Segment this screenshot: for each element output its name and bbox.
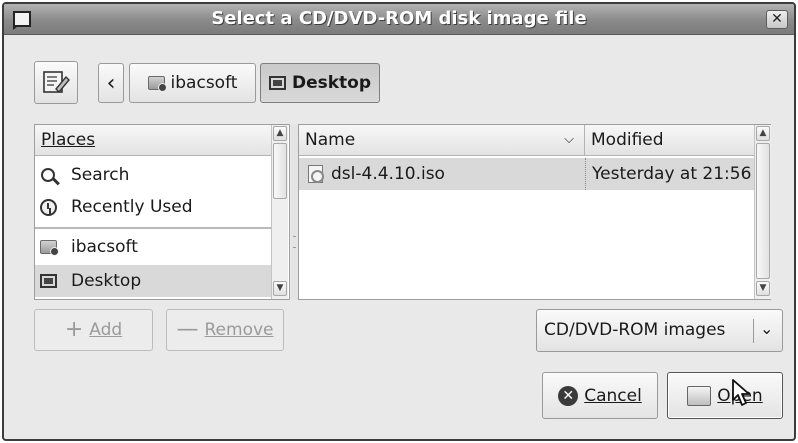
sidebar-item-label: Desktop [71, 271, 142, 291]
places-header-label: Places [41, 130, 96, 150]
path-crumb-label: Desktop [291, 73, 372, 93]
scroll-thumb[interactable] [756, 143, 770, 279]
iso-file-icon [307, 165, 324, 183]
open-icon [687, 385, 712, 406]
path-crumb-label: ibacsoft [170, 73, 238, 93]
sort-chevron-icon: ⌵ [564, 132, 574, 147]
remove-bookmark-button[interactable]: — Remove [166, 309, 284, 351]
minus-icon: — [176, 317, 199, 342]
file-name: dsl-4.4.10.iso [331, 164, 445, 184]
sidebar-item-label: Recently Used [71, 197, 193, 217]
places-scrollbar[interactable]: ▲ ▼ [271, 125, 288, 299]
filter-separator [753, 319, 754, 343]
file-modified: Yesterday at 21:56 [585, 158, 751, 190]
desktop-icon [39, 274, 57, 288]
network-folder-icon [39, 240, 59, 256]
file-row[interactable]: dsl-4.4.10.iso Yesterday at 21:56 [299, 158, 754, 190]
sidebar-item-search[interactable]: Search [35, 159, 271, 191]
open-button[interactable]: Open [667, 372, 783, 419]
chevron-left-icon: ‹ [106, 70, 116, 96]
chevron-down-icon: ⌄ [760, 319, 774, 338]
add-button-label: Add [89, 320, 123, 340]
grip-icon [293, 236, 296, 248]
recently-used-icon [39, 198, 57, 216]
column-header-label: Modified [591, 130, 664, 150]
sidebar-item-label: Search [71, 165, 130, 185]
desktop-icon [268, 76, 286, 90]
window-title: Select a CD/DVD-ROM disk image file [211, 8, 587, 29]
file-type-filter-select[interactable]: CD/DVD-ROM images ⌄ [536, 309, 783, 352]
edit-location-icon [43, 71, 70, 94]
scroll-up-arrow[interactable]: ▲ [273, 126, 287, 141]
sidebar-item-desktop[interactable]: Desktop [35, 265, 271, 297]
scroll-down-arrow[interactable]: ▼ [273, 281, 287, 296]
scroll-down-arrow[interactable]: ▼ [756, 281, 770, 296]
search-icon [41, 168, 55, 182]
cancel-icon: ✕ [558, 385, 579, 406]
places-panel: Places Search Recently Used ibacsoft Des… [34, 124, 290, 300]
file-list-scrollbar[interactable]: ▲ ▼ [754, 125, 771, 299]
path-crumb-ibacsoft[interactable]: ibacsoft [129, 63, 256, 103]
close-button[interactable]: ✕ [766, 10, 788, 29]
file-list-panel: Name ⌵ Modified dsl-4.4.10.iso Yesterday… [298, 124, 771, 300]
column-header-label: Name [305, 130, 356, 150]
cancel-button-label: Cancel [584, 385, 642, 406]
mouse-pointer-icon [732, 379, 750, 406]
path-crumb-desktop[interactable]: Desktop [260, 63, 380, 103]
scroll-up-arrow[interactable]: ▲ [756, 126, 770, 141]
location-toggle-button[interactable] [34, 61, 78, 104]
filter-selected-value: CD/DVD-ROM images [544, 320, 726, 340]
places-divider [35, 227, 271, 229]
sidebar-item-recently-used[interactable]: Recently Used [35, 191, 271, 223]
path-back-button[interactable]: ‹ [98, 63, 124, 103]
column-header-name[interactable]: Name ⌵ [299, 125, 584, 156]
places-header[interactable]: Places [35, 125, 271, 156]
add-bookmark-button[interactable]: + Add [34, 309, 153, 351]
cancel-button[interactable]: ✕ Cancel [542, 372, 658, 419]
sidebar-item-ibacsoft[interactable]: ibacsoft [35, 231, 271, 263]
remove-button-label: Remove [204, 320, 274, 340]
title-bar[interactable]: Select a CD/DVD-ROM disk image file ✕ [4, 4, 794, 35]
scroll-thumb[interactable] [273, 143, 287, 199]
sidebar-item-label: ibacsoft [71, 237, 138, 257]
network-folder-icon [147, 76, 167, 92]
plus-icon: + [64, 317, 84, 342]
column-header-modified[interactable]: Modified [584, 125, 754, 156]
pane-resize-handle[interactable] [291, 124, 298, 300]
file-chooser-dialog: Select a CD/DVD-ROM disk image file ✕ ‹ … [2, 2, 796, 441]
